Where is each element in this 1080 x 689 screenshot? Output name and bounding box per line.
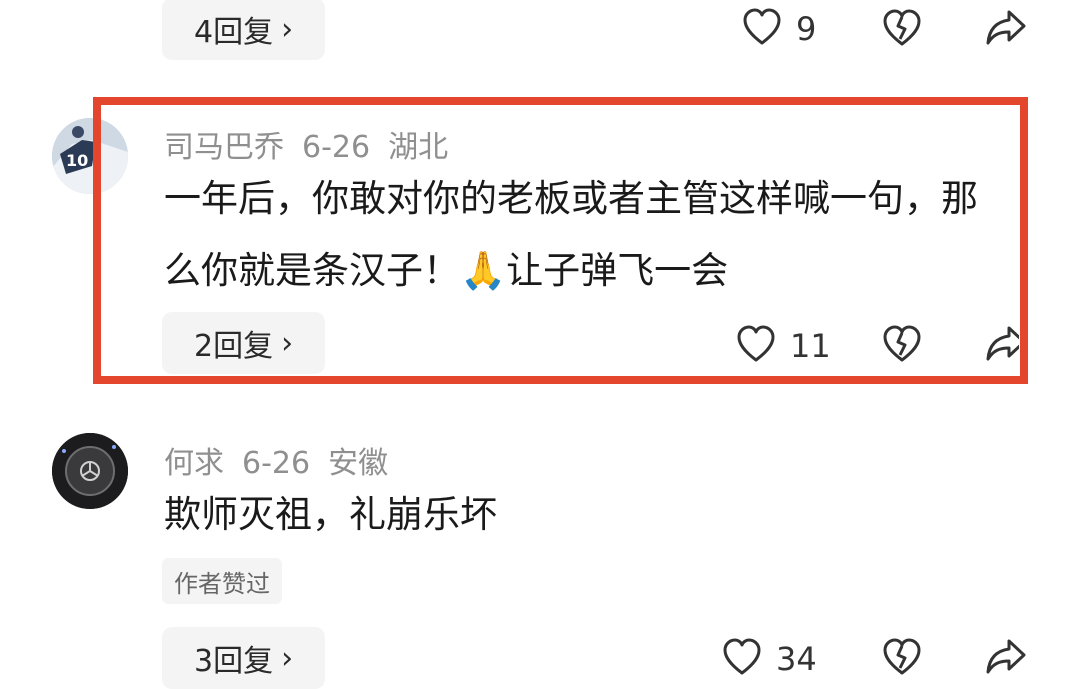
replies-button[interactable]: 4回复 › <box>162 0 326 60</box>
dislike-button[interactable] <box>882 325 922 367</box>
like-button[interactable]: 9 <box>742 8 816 50</box>
replies-label: 3回复 <box>194 644 274 679</box>
replies-label: 2回复 <box>194 329 274 364</box>
comment-text: 欺师灭祖，礼崩乐坏 <box>164 493 497 536</box>
like-button[interactable]: 34 <box>722 638 817 680</box>
username[interactable]: 何求 <box>164 446 224 481</box>
comment-text: 一年后，你敢对你的老板或者主管这样喊一句，那么你就是条汉子！🙏让子弹飞一会 <box>164 177 978 292</box>
like-count: 9 <box>796 10 817 48</box>
comment-meta: 司马巴乔 6-26 湖北 <box>164 122 466 166</box>
share-arrow-icon <box>985 639 1027 680</box>
chevron-right-icon: › <box>281 640 294 676</box>
chevron-right-icon: › <box>281 11 294 47</box>
username[interactable]: 司马巴乔 <box>164 130 284 165</box>
share-button[interactable] <box>985 638 1027 680</box>
avatar[interactable] <box>52 433 128 509</box>
dislike-button[interactable] <box>882 9 922 51</box>
like-count: 11 <box>790 327 831 365</box>
replies-button[interactable]: 2回复 › <box>162 312 326 374</box>
broken-heart-icon <box>882 9 922 51</box>
dislike-button[interactable] <box>882 638 922 680</box>
comment-location: 湖北 <box>388 130 449 165</box>
heart-outline-icon <box>736 325 776 367</box>
svg-text:10: 10 <box>66 151 88 170</box>
replies-button[interactable]: 3回复 › <box>162 627 326 689</box>
comment-location: 安徽 <box>328 446 389 481</box>
heart-outline-icon <box>742 8 782 50</box>
broken-heart-icon <box>882 325 922 367</box>
author-liked-tag: 作者赞过 <box>162 558 282 604</box>
comment-date: 6-26 <box>242 446 311 481</box>
like-count: 34 <box>776 640 817 678</box>
like-button[interactable]: 11 <box>736 325 831 367</box>
share-arrow-icon <box>985 326 1019 367</box>
share-arrow-icon <box>985 10 1027 51</box>
chevron-right-icon: › <box>281 325 294 361</box>
heart-outline-icon <box>722 638 762 680</box>
comment-date: 6-26 <box>302 130 371 165</box>
replies-label: 4回复 <box>194 15 274 50</box>
share-button[interactable] <box>985 9 1027 51</box>
tag-label: 作者赞过 <box>174 569 270 598</box>
broken-heart-icon <box>882 638 922 680</box>
share-button[interactable] <box>985 325 1019 367</box>
avatar-image <box>52 433 128 509</box>
comment-meta: 何求 6-26 安徽 <box>164 438 406 482</box>
